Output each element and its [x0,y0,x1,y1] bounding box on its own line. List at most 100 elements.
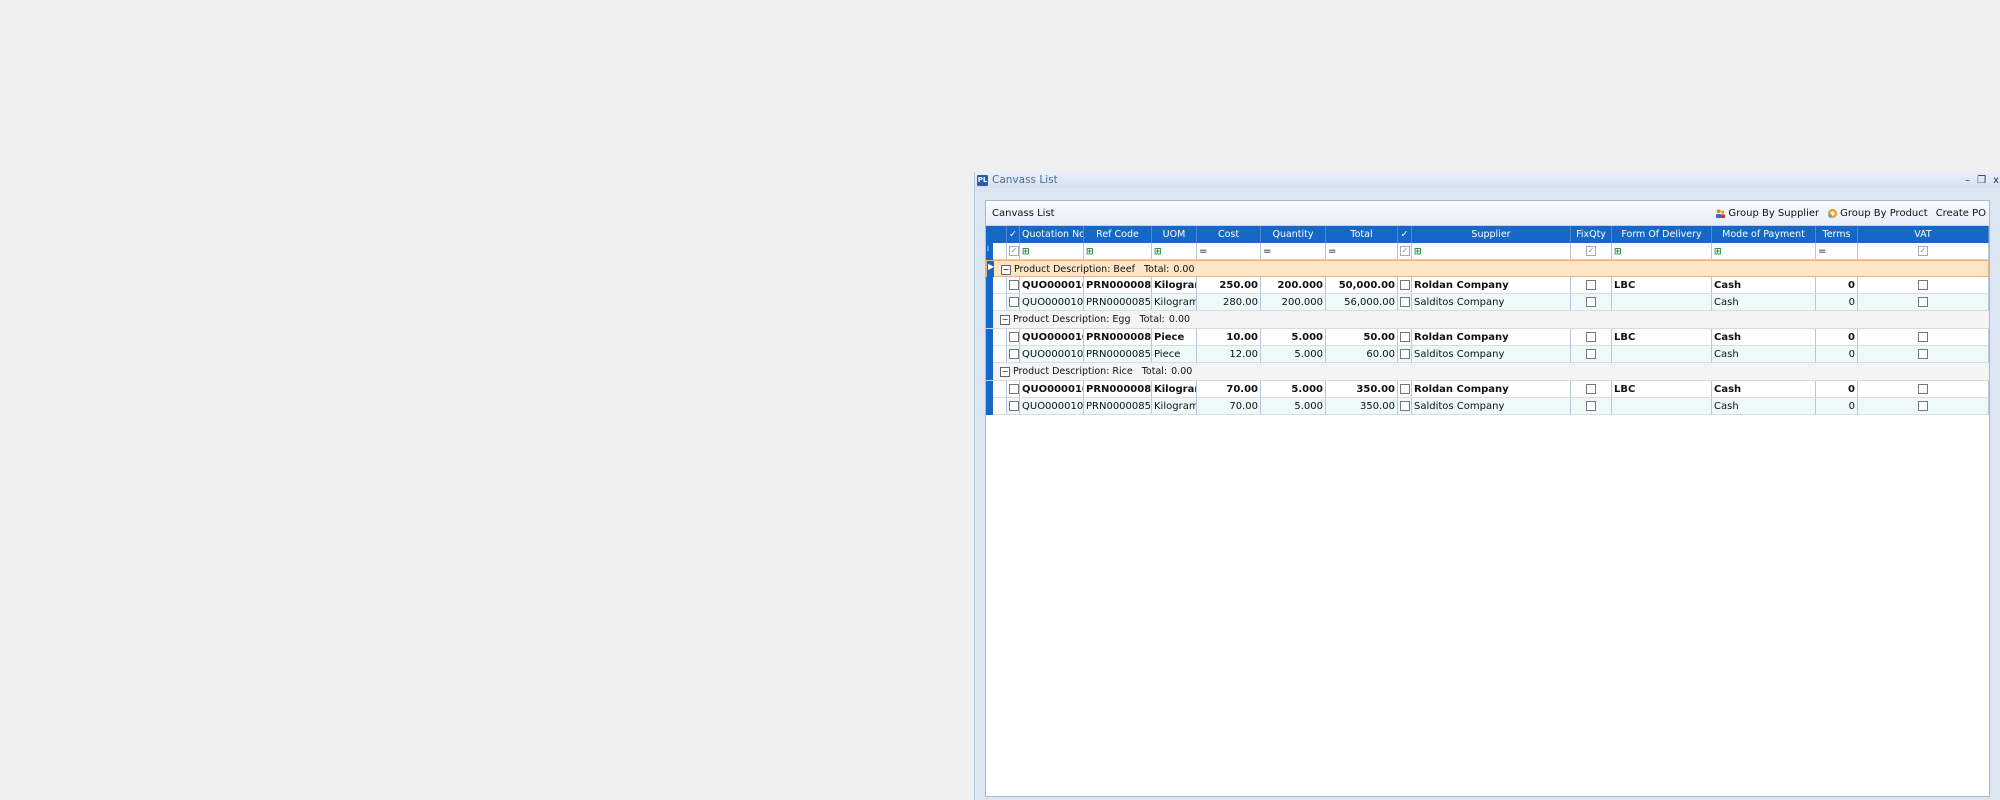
vat-cell[interactable] [1858,277,1989,294]
filter-checkbox[interactable]: ✓ [1009,246,1019,256]
column-header[interactable]: Terms [1816,226,1858,243]
chk1-checkbox[interactable] [1009,297,1019,307]
table-row[interactable]: QUO0000101 PRN0000085 Kilogram 70.00 5.000 35… [986,398,1989,415]
filter-cell[interactable]: ✓ [1571,243,1612,260]
ref-cell[interactable]: PRN0000085 [1084,329,1152,346]
qty-cell[interactable]: 200.000 [1261,277,1326,294]
chk2-checkbox[interactable] [1400,332,1410,342]
payment-cell[interactable]: Cash [1712,329,1816,346]
group-by-product-button[interactable]: Group By Product [1827,208,1928,219]
table-row[interactable]: QUO0000100PRN0000085Piece10.005.00050.00… [986,329,1989,346]
chk1-checkbox[interactable] [1009,401,1019,411]
column-header[interactable]: Quotation No. [1020,226,1084,243]
chk1-cell[interactable] [1007,381,1020,398]
group-row[interactable]: ▶ − Product Description: Beef Total: 0.00 [986,260,1989,278]
uom-cell[interactable]: Kilogram [1152,381,1197,398]
fixqty-cell[interactable] [1571,381,1612,398]
chk2-cell[interactable] [1398,381,1412,398]
chk2-cell[interactable] [1398,346,1412,363]
column-header[interactable]: ✓ [1398,226,1412,243]
supplier-cell[interactable]: Salditos Company [1412,398,1571,415]
fixqty-cell[interactable] [1571,346,1612,363]
restore-icon[interactable]: ❐ [1977,175,1986,186]
row-indicator[interactable] [986,311,993,328]
fixqty-checkbox[interactable] [1586,349,1596,359]
uom-cell[interactable]: Piece [1152,329,1197,346]
total-cell[interactable]: 50,000.00 [1326,277,1398,294]
collapse-icon[interactable]: − [1000,366,1010,377]
uom-cell[interactable]: Kilogram [1152,398,1197,415]
fixqty-checkbox[interactable] [1586,401,1596,411]
fixqty-checkbox[interactable] [1586,332,1596,342]
column-header[interactable]: FixQty [1571,226,1612,243]
payment-cell[interactable]: Cash [1712,398,1816,415]
payment-cell[interactable]: Cash [1712,294,1816,311]
fixqty-checkbox[interactable] [1586,384,1596,394]
terms-cell[interactable]: 0 [1816,329,1858,346]
quotation-cell[interactable]: QUO0000101 [1020,346,1084,363]
qty-cell[interactable]: 5.000 [1261,329,1326,346]
filter-cell[interactable]: ⊞ [1412,243,1571,260]
column-header[interactable]: ✓ [1007,226,1020,243]
filter-cell[interactable]: = [1261,243,1326,260]
payment-cell[interactable]: Cash [1712,346,1816,363]
fixqty-checkbox[interactable] [1586,280,1596,290]
vat-checkbox[interactable] [1918,332,1928,342]
column-header[interactable]: Quantity [1261,226,1326,243]
filter-checkbox[interactable]: ✓ [1400,246,1410,256]
chk1-cell[interactable] [1007,277,1020,294]
delivery-cell[interactable] [1612,294,1712,311]
payment-cell[interactable]: Cash [1712,277,1816,294]
delivery-cell[interactable] [1612,346,1712,363]
cost-cell[interactable]: 10.00 [1197,329,1261,346]
group-row[interactable]: − Product Description: Rice Total: 0.00 [986,363,1989,381]
column-header[interactable]: Ref Code [1084,226,1152,243]
supplier-cell[interactable]: Roldan Company [1412,277,1571,294]
create-po-button[interactable]: Create PO [1936,208,1986,219]
table-row[interactable]: QUO0000100PRN0000085Kilogram250.00200.00… [986,277,1989,294]
terms-cell[interactable]: 0 [1816,277,1858,294]
column-header[interactable]: Mode of Payment [1712,226,1816,243]
filter-checkbox[interactable]: ✓ [1586,246,1596,256]
chk1-cell[interactable] [1007,329,1020,346]
chk2-checkbox[interactable] [1400,384,1410,394]
supplier-cell[interactable]: Roldan Company [1412,381,1571,398]
ref-cell[interactable]: PRN0000085 [1084,294,1152,311]
qty-cell[interactable]: 5.000 [1261,346,1326,363]
cost-cell[interactable]: 280.00 [1197,294,1261,311]
qty-cell[interactable]: 5.000 [1261,398,1326,415]
cost-cell[interactable]: 12.00 [1197,346,1261,363]
row-indicator[interactable] [986,294,993,311]
quotation-cell[interactable]: QUO0000100 [1020,381,1084,398]
chk2-checkbox[interactable] [1400,297,1410,307]
column-header[interactable]: Total [1326,226,1398,243]
fixqty-cell[interactable] [1571,277,1612,294]
cost-cell[interactable]: 70.00 [1197,398,1261,415]
chk2-checkbox[interactable] [1400,401,1410,411]
chk1-checkbox[interactable] [1009,332,1019,342]
filter-checkbox[interactable]: ✓ [1918,246,1928,256]
column-header[interactable]: Supplier [1412,226,1571,243]
ref-cell[interactable]: PRN0000085 [1084,381,1152,398]
total-cell[interactable]: 56,000.00 [1326,294,1398,311]
chk1-cell[interactable] [1007,398,1020,415]
delivery-cell[interactable] [1612,398,1712,415]
filter-cell[interactable]: ✓ [1398,243,1412,260]
row-indicator[interactable]: ▶ [987,261,994,278]
chk2-checkbox[interactable] [1400,349,1410,359]
column-header[interactable]: Form Of Delivery [1612,226,1712,243]
delivery-cell[interactable]: LBC [1612,381,1712,398]
table-row[interactable]: QUO0000101 PRN0000085 Piece 12.00 5.000 60.00… [986,346,1989,363]
ref-cell[interactable]: PRN0000085 [1084,277,1152,294]
column-header[interactable]: VAT [1858,226,1989,243]
filter-cell[interactable]: ✓ [1007,243,1020,260]
chk1-checkbox[interactable] [1009,384,1019,394]
vat-cell[interactable] [1858,381,1989,398]
vat-checkbox[interactable] [1918,384,1928,394]
filter-cell[interactable]: ⊞ [1612,243,1712,260]
vat-checkbox[interactable] [1918,401,1928,411]
chk2-cell[interactable] [1398,277,1412,294]
chk2-cell[interactable] [1398,398,1412,415]
total-cell[interactable]: 50.00 [1326,329,1398,346]
close-icon[interactable]: x [1993,175,1999,186]
